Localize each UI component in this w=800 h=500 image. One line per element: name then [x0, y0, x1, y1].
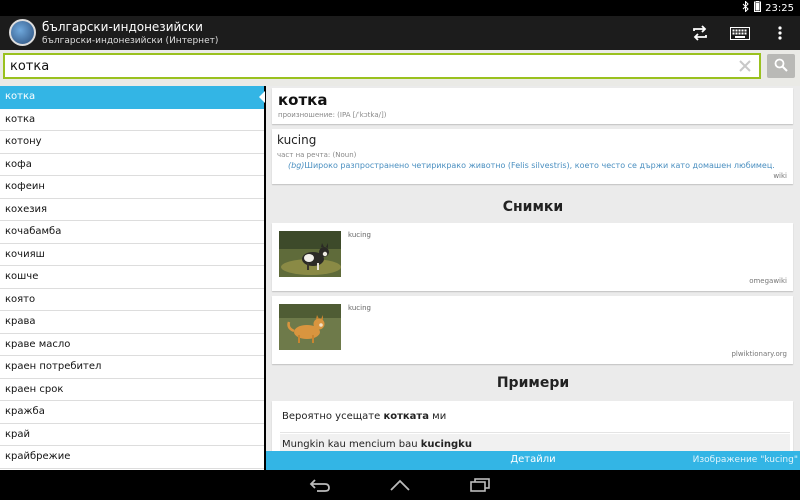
- headword-card: котка произношение: (IPA [/ˈkɔtka/]): [272, 88, 793, 124]
- translation-card: kucing част на речта: (Noun) (bg)Широко …: [272, 129, 793, 184]
- recent-apps-icon[interactable]: [465, 475, 495, 495]
- list-item-selected[interactable]: котка: [0, 86, 264, 109]
- home-icon[interactable]: [385, 475, 415, 495]
- list-item[interactable]: котону: [0, 131, 264, 154]
- cat-photo[interactable]: [279, 231, 341, 277]
- example-highlight: котката: [383, 411, 429, 422]
- app-icon[interactable]: [9, 19, 36, 46]
- headword: котка: [278, 91, 328, 109]
- app-title: български-индонезийски: [42, 20, 203, 34]
- list-item[interactable]: краен потребител: [0, 356, 264, 379]
- bottom-bar: Детайли Изображение "kucing": [266, 451, 800, 470]
- image-label: kucing: [348, 231, 371, 239]
- examples-card: Вероятно усещате котката ми Mungkin kau …: [272, 401, 793, 451]
- status-bar: 23:25: [0, 0, 800, 16]
- definition: (bg)Широко разпространено четирикрако жи…: [288, 161, 775, 170]
- images-section-title: Снимки: [502, 199, 564, 215]
- search-row: [0, 50, 800, 86]
- app-subtitle: български-индонезийски (Интернет): [42, 36, 219, 46]
- example-translation: Mungkin kau mencium bau kucingku: [282, 439, 472, 450]
- list-item[interactable]: кочабамба: [0, 221, 264, 244]
- list-item[interactable]: край: [0, 424, 264, 446]
- definition-text: Широко разпространено четирикрако животн…: [304, 161, 775, 170]
- part-of-speech: част на речта: (Noun): [277, 151, 357, 159]
- search-input[interactable]: [10, 57, 730, 75]
- cat-photo[interactable]: [279, 304, 341, 350]
- example-text: Mungkin kau mencium bau: [282, 439, 421, 450]
- example-text: Вероятно усещате: [282, 411, 384, 422]
- list-item[interactable]: кофа: [0, 154, 264, 176]
- action-bar: български-индонезийски български-индонез…: [0, 16, 800, 50]
- list-item[interactable]: която: [0, 289, 264, 311]
- image-tab[interactable]: Изображение "kucing": [693, 455, 798, 465]
- word-list: котка котка котону кофа кофеин кохезия к…: [0, 86, 264, 470]
- example-highlight: kucingku: [420, 439, 472, 450]
- swap-icon[interactable]: [688, 21, 712, 45]
- example-sentence: Вероятно усещате котката ми: [282, 411, 446, 422]
- example-text: ми: [428, 411, 447, 422]
- translation-word[interactable]: kucing: [277, 133, 316, 147]
- selection-pointer: [259, 91, 265, 103]
- list-item[interactable]: кочияш: [0, 244, 264, 266]
- image-source: plwiktionary.org: [731, 350, 787, 358]
- status-time: 23:25: [765, 2, 794, 14]
- search-button[interactable]: [767, 54, 795, 78]
- battery-icon: [754, 1, 762, 15]
- list-item[interactable]: краен срок: [0, 379, 264, 401]
- back-icon[interactable]: [305, 475, 335, 495]
- image-source: omegawiki: [749, 277, 787, 285]
- list-item[interactable]: котка: [0, 109, 264, 131]
- list-item[interactable]: кохезия: [0, 199, 264, 221]
- divider: [280, 432, 790, 433]
- examples-section-title: Примери: [496, 375, 570, 391]
- list-item[interactable]: кофеин: [0, 176, 264, 199]
- image-card[interactable]: kucing plwiktionary.org: [272, 296, 793, 364]
- navigation-bar: [0, 470, 800, 500]
- list-item[interactable]: крайбрежие: [0, 446, 264, 469]
- entry-pane: котка произношение: (IPA [/ˈkɔtka/]) kuc…: [266, 86, 800, 451]
- list-item[interactable]: крава: [0, 311, 264, 334]
- overflow-menu-icon[interactable]: [768, 21, 792, 45]
- image-label: kucing: [348, 304, 371, 312]
- keyboard-icon[interactable]: [728, 21, 752, 45]
- definition-language-tag: (bg): [288, 161, 305, 170]
- source-label: wiki: [773, 172, 787, 180]
- list-item[interactable]: краве масло: [0, 334, 264, 356]
- search-icon: [774, 57, 788, 76]
- list-item[interactable]: кражба: [0, 401, 264, 424]
- bluetooth-icon: [742, 0, 750, 15]
- pronunciation: произношение: (IPA [/ˈkɔtka/]): [278, 111, 387, 119]
- clear-icon[interactable]: [737, 58, 753, 74]
- list-item[interactable]: кошче: [0, 266, 264, 289]
- search-box: [3, 53, 761, 79]
- image-card[interactable]: kucing omegawiki: [272, 223, 793, 291]
